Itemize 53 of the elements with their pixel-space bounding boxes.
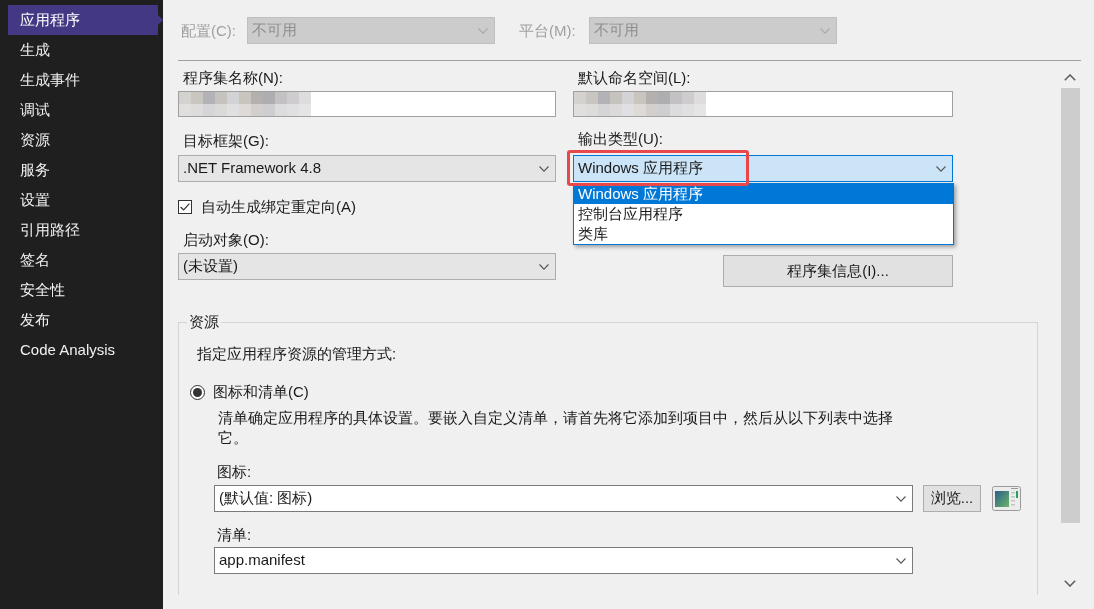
dropdown[interactable]: (默认值: 图标) (214, 485, 913, 512)
sidebar-item[interactable]: Code Analysis (8, 335, 158, 365)
scrollbar-thumb[interactable] (1060, 88, 1080, 523)
text-input[interactable] (573, 91, 953, 117)
sidebar-item[interactable]: 签名 (8, 245, 158, 275)
sidebar-item[interactable]: 资源 (8, 125, 158, 155)
chevron-up-icon[interactable] (1064, 74, 1076, 81)
sidebar-item[interactable]: 发布 (8, 305, 158, 335)
field-label: 目标框架(G): (182, 131, 270, 151)
sidebar-item[interactable]: 应用程序 (8, 5, 158, 35)
field-label: 输出类型(U): (577, 129, 664, 149)
field-label: 配置(C): (181, 21, 237, 41)
dropdown[interactable]: Windows 应用程序 (573, 155, 953, 182)
selection-pointer-icon (158, 15, 163, 25)
chevron-down-icon (896, 557, 906, 564)
section-prompt: 指定应用程序资源的管理方式: (197, 344, 397, 364)
checkbox[interactable] (178, 200, 192, 214)
text-input[interactable] (178, 91, 556, 117)
chevron-down-icon (820, 27, 830, 34)
dropdown-option[interactable]: Windows 应用程序 (574, 184, 953, 204)
checkbox-label: 自动生成绑定重定向(A) (201, 197, 356, 217)
field-label: 图标: (217, 462, 252, 482)
chevron-down-icon (478, 27, 488, 34)
field-label: 默认命名空间(L): (577, 68, 692, 88)
window-icon (992, 486, 1021, 511)
sidebar-item[interactable]: 生成 (8, 35, 158, 65)
chevron-down-icon (539, 165, 549, 172)
group-title: 资源 (188, 312, 220, 332)
chevron-down-icon[interactable] (1064, 580, 1076, 587)
sidebar-item[interactable]: 安全性 (8, 275, 158, 305)
sidebar-item[interactable]: 引用路径 (8, 215, 158, 245)
sidebar-item[interactable]: 服务 (8, 155, 158, 185)
sidebar-item[interactable]: 调试 (8, 95, 158, 125)
field-label: 清单: (217, 525, 252, 545)
browse-button[interactable]: 浏览... (923, 485, 981, 512)
field-label: 启动对象(O): (182, 230, 270, 250)
sidebar-item[interactable]: 设置 (8, 185, 158, 215)
dropdown[interactable]: (未设置) (178, 253, 556, 280)
checkmark-icon (180, 203, 190, 211)
assembly-info-button[interactable]: 程序集信息(I)... (723, 255, 953, 287)
dropdown[interactable]: app.manifest (214, 547, 913, 574)
chevron-down-icon (896, 495, 906, 502)
dropdown-option[interactable]: 控制台应用程序 (574, 204, 953, 224)
sidebar-item[interactable]: 生成事件 (8, 65, 158, 95)
description-text: 清单确定应用程序的具体设置。要嵌入自定义清单，请首先将它添加到项目中，然后从以下列表中选择它。 (218, 408, 894, 448)
field-label: 平台(M): (519, 21, 577, 41)
radio-label: 图标和清单(C) (213, 382, 309, 402)
dropdown[interactable]: .NET Framework 4.8 (178, 155, 556, 182)
chevron-down-icon (539, 263, 549, 270)
dropdown-option[interactable]: 类库 (574, 224, 953, 244)
chevron-down-icon (936, 165, 946, 172)
radio-button[interactable] (190, 384, 205, 400)
field-label: 程序集名称(N): (182, 68, 284, 88)
